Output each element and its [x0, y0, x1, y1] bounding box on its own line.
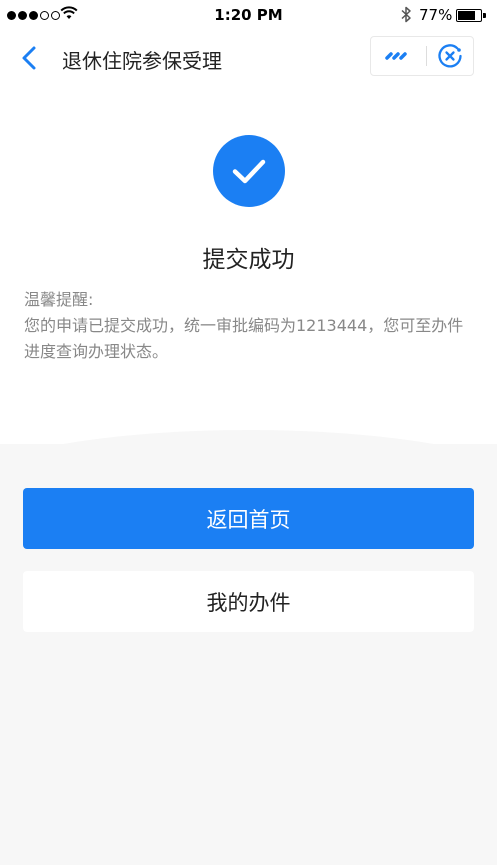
more-dots-icon	[385, 52, 407, 60]
check-icon	[232, 159, 266, 184]
check-circle-icon	[213, 135, 285, 207]
notice-heading: 温馨提醒:	[24, 290, 94, 309]
status-bar: 1:20 PM 77%	[0, 0, 497, 32]
close-circle-icon	[438, 44, 462, 68]
battery-percent: 77%	[419, 6, 453, 24]
battery-level	[458, 11, 475, 20]
nav-bar: 退休住院参保受理	[0, 32, 497, 84]
more-button[interactable]	[371, 37, 425, 75]
my-items-button[interactable]: 我的办件	[23, 571, 474, 632]
page: 1:20 PM 77% 退休住院参保受理 提交成功 温馨提醒: 您的申请已提交成…	[0, 0, 497, 865]
return-home-button[interactable]: 返回首页	[23, 488, 474, 549]
mini-program-capsule	[370, 36, 474, 76]
chevron-left-icon	[22, 46, 36, 70]
notice: 温馨提醒: 您的申请已提交成功，统一审批编码为1213444，您可至办件进度查询…	[24, 287, 474, 365]
bluetooth-icon	[401, 6, 411, 23]
battery-icon	[456, 9, 482, 22]
notice-body: 您的申请已提交成功，统一审批编码为1213444，您可至办件进度查询办理状态。	[24, 316, 464, 361]
success-title: 提交成功	[202, 247, 295, 273]
close-button[interactable]	[427, 37, 473, 75]
page-title: 退休住院参保受理	[62, 49, 222, 73]
back-button[interactable]	[14, 42, 46, 74]
battery-tip	[483, 13, 486, 18]
